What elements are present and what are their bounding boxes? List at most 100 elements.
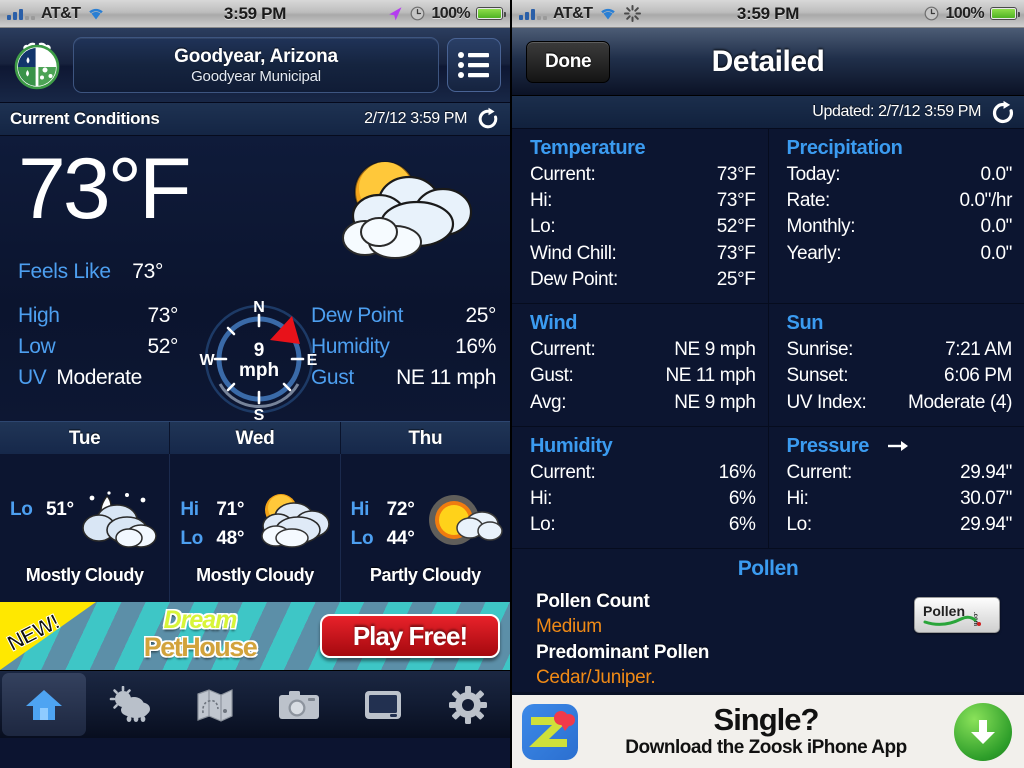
section-title: Sun	[786, 312, 824, 335]
download-arrow-icon[interactable]	[954, 702, 1012, 761]
tab-home[interactable]	[2, 673, 87, 736]
battery-icon	[990, 7, 1020, 20]
forecast-lo-value: 44°	[386, 527, 415, 549]
high-value: 73°	[147, 304, 178, 327]
location-selector[interactable]: Goodyear, Arizona Goodyear Municipal	[73, 37, 439, 93]
signal-bars-icon	[519, 7, 547, 20]
detail-value: 0.0"/hr	[959, 190, 1012, 212]
refresh-icon[interactable]	[990, 100, 1014, 124]
ad-title-line1: Dream	[163, 606, 238, 634]
detail-line: Lo: 6%	[530, 512, 756, 538]
detail-key: Today:	[786, 164, 841, 185]
detail-grid: Temperature Current: 73°F Hi: 73°F Lo: 52°F…	[512, 129, 1024, 696]
sunny-cloud-icon	[420, 490, 504, 552]
forecast-hi-value: 72°	[386, 499, 415, 520]
section-title: Wind	[530, 312, 578, 335]
section-precipitation: Precipitation Today: 0.0" Rate: 0.0"/hr Mo…	[769, 129, 1024, 303]
detail-value: 73°F	[716, 164, 756, 185]
detail-line: Current: 29.94"	[787, 460, 1013, 486]
play-free-button[interactable]: Play Free!	[320, 614, 500, 658]
forecast-temps-thu: Hi 72° Lo 44°	[351, 496, 415, 553]
forecast-desc-thu: Partly Cloudy	[369, 565, 481, 585]
detail-line: Lo: 29.94"	[787, 512, 1013, 538]
detail-line: Avg: NE 9 mph	[530, 390, 756, 416]
forecast-temps-wed: Hi 71° Lo 48°	[180, 496, 244, 553]
forecast-cell-thu[interactable]: Hi 72° Lo 44° Partly Cloudy	[341, 454, 510, 602]
forecast-day-1[interactable]: Wed	[170, 422, 341, 454]
battery-percent-label: 100%	[431, 4, 470, 22]
detail-key: Lo:	[530, 216, 556, 238]
status-left-group: AT&T	[519, 5, 642, 23]
detail-line: Dew Point: 25°F	[530, 267, 756, 293]
section-title-group: Pressure	[787, 435, 1013, 458]
tab-map[interactable]	[173, 671, 257, 738]
forecast-hi-row: Hi 71°	[180, 496, 244, 525]
weatherbug-ladybug-logo[interactable]	[9, 37, 65, 93]
detail-key: Sunrise:	[786, 339, 854, 361]
pollen-com-logo[interactable]: Pollen .com	[914, 597, 1000, 634]
detail-key: Dew Point:	[530, 268, 618, 290]
detail-row-2: Wind Current: NE 9 mph Gust: NE 11 mph Avg…	[512, 304, 1024, 427]
done-button[interactable]: Done	[526, 40, 611, 83]
left-phone-screen: AT&T 3:59 PM 100% Goodyear, Arizona Good…	[0, 0, 512, 768]
forecast-hi-value: 71°	[216, 499, 245, 520]
detail-key: Hi:	[530, 190, 553, 212]
detail-key: Wind Chill:	[530, 242, 617, 264]
alarm-clock-icon	[411, 6, 425, 21]
detail-line: Current: NE 9 mph	[530, 337, 756, 363]
tab-forecast[interactable]	[88, 671, 172, 738]
forecast-cells: Lo 51° Mostly Cloudy Hi 71° Lo 48° Mostl…	[0, 454, 510, 602]
ad-title-group: Dream PetHouse	[90, 606, 310, 663]
forecast-lo-label: Lo	[350, 527, 374, 549]
forecast-cell-wed[interactable]: Hi 71° Lo 48° Mostly Cloudy	[170, 454, 341, 602]
forecast-cell-tue[interactable]: Lo 51° Mostly Cloudy	[0, 454, 171, 602]
gear-icon	[448, 685, 487, 724]
detail-line: Sunrise: 7:21 AM	[787, 337, 1013, 363]
partly-cloudy-day-icon	[250, 490, 334, 552]
gust-value: NE 11 mph	[396, 365, 496, 389]
tab-camera[interactable]	[257, 671, 341, 738]
battery-percent-label: 100%	[945, 4, 984, 22]
screen-icon	[365, 690, 402, 719]
forecast-hi-label: Hi	[180, 499, 199, 520]
tab-video[interactable]	[341, 671, 425, 738]
zoosk-ad-banner[interactable]: Single? Download the Zoosk iPhone App	[512, 692, 1024, 768]
dew-point-row: Dew Point 25°	[311, 301, 496, 332]
detail-key: Current:	[786, 461, 853, 483]
partly-cloudy-day-icon	[317, 154, 492, 264]
detail-key: Gust:	[530, 365, 574, 387]
low-row: Low 52°	[18, 332, 178, 363]
dream-pethouse-ad-banner[interactable]: NEW! Dream PetHouse Play Free!	[0, 602, 510, 670]
current-conditions-title: Current Conditions	[10, 109, 160, 128]
section-humidity: Humidity Current: 16% Hi: 6% Lo: 6%	[512, 426, 769, 549]
detail-key: Yearly:	[786, 242, 842, 264]
home-icon	[26, 689, 63, 720]
detail-line: Lo: 52°F	[530, 214, 756, 240]
detail-value: 73°F	[716, 242, 756, 264]
section-title: Temperature	[530, 137, 646, 159]
camera-icon	[279, 690, 320, 719]
forecast-lo-value: 48°	[216, 527, 245, 549]
detail-value: 0.0"	[980, 216, 1012, 238]
dew-point-value: 25°	[465, 304, 496, 327]
forecast-day-headers: Tue Wed Thu	[0, 421, 510, 454]
detail-value: 30.07"	[960, 487, 1012, 509]
detail-key: Current:	[530, 339, 596, 361]
tab-settings[interactable]	[426, 671, 510, 738]
feels-like-value: 73°	[132, 260, 164, 283]
refresh-icon[interactable]	[476, 107, 500, 131]
detail-line: Sunset: 6:06 PM	[787, 363, 1013, 389]
status-right-group: 100%	[386, 4, 506, 23]
dual-screenshot-container: AT&T 3:59 PM 100% Goodyear, Arizona Good…	[0, 0, 1024, 768]
list-icon[interactable]	[447, 38, 501, 92]
detail-line: Monthly: 0.0"	[787, 214, 1013, 240]
new-badge: NEW!	[0, 602, 96, 670]
detail-value: 0.0"	[980, 164, 1012, 185]
detail-value: 73°F	[716, 190, 756, 212]
right-nav-bar: Done Detailed	[512, 28, 1024, 96]
detail-value: 29.94"	[960, 514, 1012, 536]
forecast-day-2[interactable]: Thu	[341, 422, 510, 454]
forecast-day-0[interactable]: Tue	[0, 422, 171, 454]
forecast-lo-row: Lo 44°	[351, 525, 415, 554]
detail-value: 0.0"	[980, 242, 1012, 264]
